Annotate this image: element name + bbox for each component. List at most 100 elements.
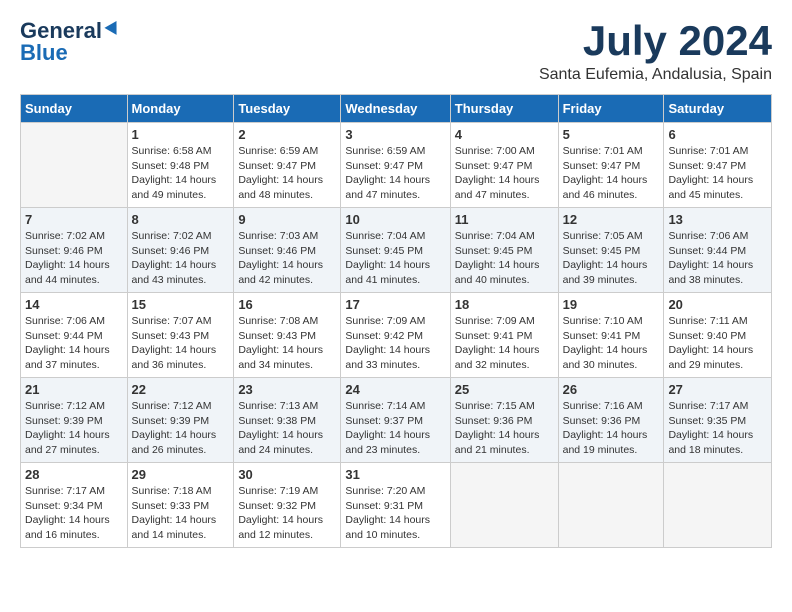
weekday-header-friday: Friday — [558, 95, 664, 123]
day-number: 9 — [238, 212, 336, 227]
calendar-cell: 10 Sunrise: 7:04 AM Sunset: 9:45 PM Dayli… — [341, 208, 450, 293]
day-number: 22 — [132, 382, 230, 397]
day-info: Sunrise: 7:03 AM Sunset: 9:46 PM Dayligh… — [238, 229, 336, 288]
calendar-cell: 23 Sunrise: 7:13 AM Sunset: 9:38 PM Dayli… — [234, 378, 341, 463]
calendar-cell: 27 Sunrise: 7:17 AM Sunset: 9:35 PM Dayli… — [664, 378, 772, 463]
day-info: Sunrise: 7:04 AM Sunset: 9:45 PM Dayligh… — [455, 229, 554, 288]
day-info: Sunrise: 7:08 AM Sunset: 9:43 PM Dayligh… — [238, 314, 336, 373]
calendar-cell: 20 Sunrise: 7:11 AM Sunset: 9:40 PM Dayli… — [664, 293, 772, 378]
day-number: 18 — [455, 297, 554, 312]
calendar-cell — [558, 463, 664, 548]
day-info: Sunrise: 7:18 AM Sunset: 9:33 PM Dayligh… — [132, 484, 230, 543]
week-row-2: 7 Sunrise: 7:02 AM Sunset: 9:46 PM Daylig… — [21, 208, 772, 293]
calendar-cell: 19 Sunrise: 7:10 AM Sunset: 9:41 PM Dayli… — [558, 293, 664, 378]
day-number: 16 — [238, 297, 336, 312]
calendar-cell: 25 Sunrise: 7:15 AM Sunset: 9:36 PM Dayli… — [450, 378, 558, 463]
day-number: 7 — [25, 212, 123, 227]
calendar-cell: 4Sunrise: 7:00 AM Sunset: 9:47 PM Daylig… — [450, 123, 558, 208]
day-info: Sunrise: 7:09 AM Sunset: 9:42 PM Dayligh… — [345, 314, 445, 373]
calendar-cell: 12Sunrise: 7:05 AM Sunset: 9:45 PM Dayli… — [558, 208, 664, 293]
week-row-3: 14 Sunrise: 7:06 AM Sunset: 9:44 PM Dayli… — [21, 293, 772, 378]
calendar-cell: 6 Sunrise: 7:01 AM Sunset: 9:47 PM Daylig… — [664, 123, 772, 208]
day-info: Sunrise: 7:04 AM Sunset: 9:45 PM Dayligh… — [345, 229, 445, 288]
calendar-cell: 21 Sunrise: 7:12 AM Sunset: 9:39 PM Dayli… — [21, 378, 128, 463]
day-number: 21 — [25, 382, 123, 397]
calendar-cell: 29Sunrise: 7:18 AM Sunset: 9:33 PM Dayli… — [127, 463, 234, 548]
calendar-cell: 31 Sunrise: 7:20 AM Sunset: 9:31 PM Dayli… — [341, 463, 450, 548]
day-info: Sunrise: 7:12 AM Sunset: 9:39 PM Dayligh… — [25, 399, 123, 458]
day-number: 2 — [238, 127, 336, 142]
day-info: Sunrise: 7:11 AM Sunset: 9:40 PM Dayligh… — [668, 314, 767, 373]
calendar-cell: 14 Sunrise: 7:06 AM Sunset: 9:44 PM Dayli… — [21, 293, 128, 378]
calendar-cell: 5 Sunrise: 7:01 AM Sunset: 9:47 PM Daylig… — [558, 123, 664, 208]
day-info: Sunrise: 7:16 AM Sunset: 9:36 PM Dayligh… — [563, 399, 660, 458]
day-info: Sunrise: 6:59 AM Sunset: 9:47 PM Dayligh… — [238, 144, 336, 203]
day-info: Sunrise: 7:02 AM Sunset: 9:46 PM Dayligh… — [25, 229, 123, 288]
day-info: Sunrise: 7:12 AM Sunset: 9:39 PM Dayligh… — [132, 399, 230, 458]
logo-icon — [104, 18, 122, 36]
logo: General Blue — [20, 20, 122, 64]
day-number: 14 — [25, 297, 123, 312]
calendar-cell: 9 Sunrise: 7:03 AM Sunset: 9:46 PM Daylig… — [234, 208, 341, 293]
day-number: 17 — [345, 297, 445, 312]
day-info: Sunrise: 7:10 AM Sunset: 9:41 PM Dayligh… — [563, 314, 660, 373]
calendar-cell: 2 Sunrise: 6:59 AM Sunset: 9:47 PM Daylig… — [234, 123, 341, 208]
weekday-header-tuesday: Tuesday — [234, 95, 341, 123]
day-info: Sunrise: 7:06 AM Sunset: 9:44 PM Dayligh… — [668, 229, 767, 288]
day-info: Sunrise: 7:05 AM Sunset: 9:45 PM Dayligh… — [563, 229, 660, 288]
calendar-cell: 17 Sunrise: 7:09 AM Sunset: 9:42 PM Dayli… — [341, 293, 450, 378]
day-info: Sunrise: 7:15 AM Sunset: 9:36 PM Dayligh… — [455, 399, 554, 458]
day-info: Sunrise: 7:01 AM Sunset: 9:47 PM Dayligh… — [563, 144, 660, 203]
calendar-cell: 7 Sunrise: 7:02 AM Sunset: 9:46 PM Daylig… — [21, 208, 128, 293]
day-number: 8 — [132, 212, 230, 227]
weekday-header-saturday: Saturday — [664, 95, 772, 123]
calendar-cell: 13 Sunrise: 7:06 AM Sunset: 9:44 PM Dayli… — [664, 208, 772, 293]
calendar-cell: 28 Sunrise: 7:17 AM Sunset: 9:34 PM Dayli… — [21, 463, 128, 548]
calendar-cell: 8Sunrise: 7:02 AM Sunset: 9:46 PM Daylig… — [127, 208, 234, 293]
day-number: 26 — [563, 382, 660, 397]
day-number: 5 — [563, 127, 660, 142]
day-number: 10 — [345, 212, 445, 227]
weekday-header-wednesday: Wednesday — [341, 95, 450, 123]
calendar-cell: 3Sunrise: 6:59 AM Sunset: 9:47 PM Daylig… — [341, 123, 450, 208]
week-row-4: 21 Sunrise: 7:12 AM Sunset: 9:39 PM Dayli… — [21, 378, 772, 463]
week-row-1: 1Sunrise: 6:58 AM Sunset: 9:48 PM Daylig… — [21, 123, 772, 208]
calendar-cell — [450, 463, 558, 548]
calendar-cell: 24Sunrise: 7:14 AM Sunset: 9:37 PM Dayli… — [341, 378, 450, 463]
day-number: 19 — [563, 297, 660, 312]
weekday-header-row: SundayMondayTuesdayWednesdayThursdayFrid… — [21, 95, 772, 123]
day-number: 28 — [25, 467, 123, 482]
week-row-5: 28 Sunrise: 7:17 AM Sunset: 9:34 PM Dayli… — [21, 463, 772, 548]
day-info: Sunrise: 7:17 AM Sunset: 9:35 PM Dayligh… — [668, 399, 767, 458]
logo-text-blue: Blue — [20, 42, 68, 64]
calendar-cell — [664, 463, 772, 548]
day-number: 13 — [668, 212, 767, 227]
day-number: 30 — [238, 467, 336, 482]
day-info: Sunrise: 7:09 AM Sunset: 9:41 PM Dayligh… — [455, 314, 554, 373]
calendar-cell: 1Sunrise: 6:58 AM Sunset: 9:48 PM Daylig… — [127, 123, 234, 208]
day-number: 24 — [345, 382, 445, 397]
day-number: 20 — [668, 297, 767, 312]
calendar-cell: 16 Sunrise: 7:08 AM Sunset: 9:43 PM Dayli… — [234, 293, 341, 378]
calendar-table: SundayMondayTuesdayWednesdayThursdayFrid… — [20, 94, 772, 548]
day-info: Sunrise: 7:13 AM Sunset: 9:38 PM Dayligh… — [238, 399, 336, 458]
day-info: Sunrise: 7:00 AM Sunset: 9:47 PM Dayligh… — [455, 144, 554, 203]
calendar-cell — [21, 123, 128, 208]
logo-text-general: General — [20, 20, 102, 42]
location-title: Santa Eufemia, Andalusia, Spain — [539, 66, 772, 84]
day-number: 31 — [345, 467, 445, 482]
day-number: 27 — [668, 382, 767, 397]
day-info: Sunrise: 7:01 AM Sunset: 9:47 PM Dayligh… — [668, 144, 767, 203]
day-number: 6 — [668, 127, 767, 142]
day-number: 25 — [455, 382, 554, 397]
weekday-header-monday: Monday — [127, 95, 234, 123]
weekday-header-thursday: Thursday — [450, 95, 558, 123]
day-number: 11 — [455, 212, 554, 227]
day-info: Sunrise: 7:20 AM Sunset: 9:31 PM Dayligh… — [345, 484, 445, 543]
calendar-cell: 30Sunrise: 7:19 AM Sunset: 9:32 PM Dayli… — [234, 463, 341, 548]
day-info: Sunrise: 7:06 AM Sunset: 9:44 PM Dayligh… — [25, 314, 123, 373]
calendar-cell: 15Sunrise: 7:07 AM Sunset: 9:43 PM Dayli… — [127, 293, 234, 378]
day-info: Sunrise: 7:07 AM Sunset: 9:43 PM Dayligh… — [132, 314, 230, 373]
day-number: 23 — [238, 382, 336, 397]
day-info: Sunrise: 7:17 AM Sunset: 9:34 PM Dayligh… — [25, 484, 123, 543]
